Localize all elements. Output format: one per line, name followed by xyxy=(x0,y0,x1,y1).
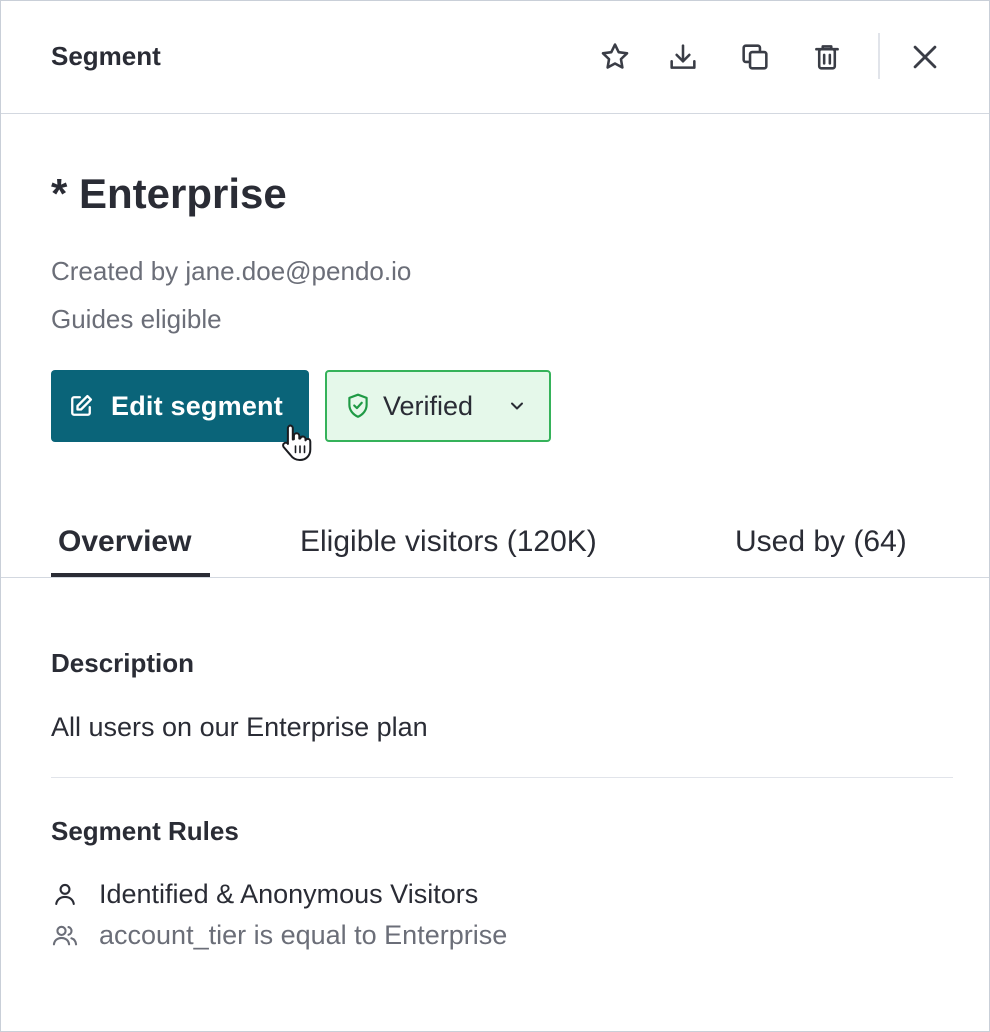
header-divider xyxy=(878,33,880,79)
verified-label: Verified xyxy=(383,390,474,421)
description-heading: Description xyxy=(51,648,195,678)
description-text: All users on our Enterprise plan xyxy=(51,712,428,742)
users-icon xyxy=(51,921,79,949)
user-icon xyxy=(51,880,79,908)
close-icon xyxy=(913,45,937,69)
edit-icon xyxy=(67,392,95,420)
rule-text: Identified & Anonymous Visitors xyxy=(99,879,479,909)
delete-button[interactable] xyxy=(807,37,847,77)
rule-item: account_tier is equal to Enterprise xyxy=(51,917,507,953)
close-button[interactable] xyxy=(905,37,945,77)
hand-cursor-icon xyxy=(282,424,312,461)
download-button[interactable] xyxy=(663,37,703,77)
tab-used-by[interactable]: Used by (64) xyxy=(735,523,907,561)
shield-check-icon xyxy=(345,392,371,420)
created-by-text: Created by jane.doe@pendo.io xyxy=(51,256,412,286)
section-divider xyxy=(51,777,953,778)
download-icon xyxy=(670,44,696,69)
duplicate-button[interactable] xyxy=(735,37,775,77)
panel-header: Segment xyxy=(1,1,989,114)
edit-segment-button[interactable]: Edit segment xyxy=(51,370,309,442)
chevron-down-icon xyxy=(507,396,527,416)
eligibility-text: Guides eligible xyxy=(51,304,222,334)
segment-tabs: Overview Eligible visitors (120K) Used b… xyxy=(1,511,989,578)
segment-panel: Segment * Enterprise Created by jane.doe… xyxy=(0,0,990,1032)
tab-overview[interactable]: Overview xyxy=(58,523,191,561)
rule-text: account_tier is equal to Enterprise xyxy=(99,920,508,950)
active-tab-indicator xyxy=(51,573,210,577)
trash-icon xyxy=(815,45,839,70)
copy-icon xyxy=(742,44,768,70)
tab-eligible-visitors[interactable]: Eligible visitors (120K) xyxy=(300,523,597,561)
edit-segment-label: Edit segment xyxy=(111,390,283,421)
favorite-button[interactable] xyxy=(595,37,635,77)
verified-status-dropdown[interactable]: Verified xyxy=(325,370,551,442)
segment-title: * Enterprise xyxy=(51,170,287,217)
panel-title: Segment xyxy=(51,41,161,71)
star-icon xyxy=(601,43,629,69)
segment-rules-heading: Segment Rules xyxy=(51,816,239,846)
rule-item: Identified & Anonymous Visitors xyxy=(51,876,478,912)
